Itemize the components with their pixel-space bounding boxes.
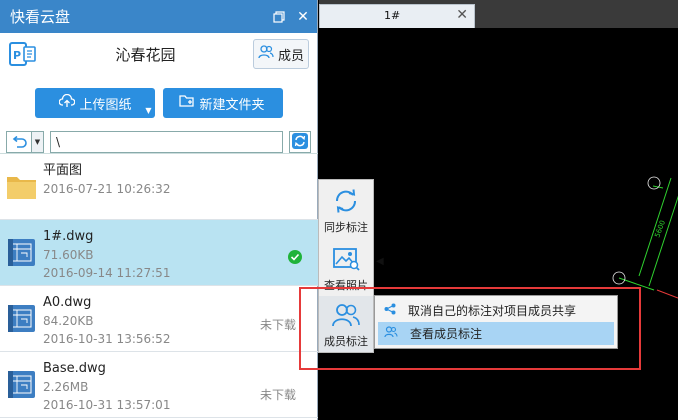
new-folder-button[interactable]: 新建文件夹 (162, 88, 283, 118)
project-name: 沁春花园 (115, 45, 176, 64)
action-bar: 上传图纸 ▼ 新建文件夹 (0, 81, 317, 125)
tab-drawing[interactable]: 1# ✕ (319, 4, 475, 28)
members-button[interactable]: 成员 (253, 39, 309, 69)
file-size: 84.20KB (43, 314, 94, 328)
dwg-file-icon (5, 302, 38, 335)
restore-window-icon[interactable] (269, 7, 289, 27)
file-row[interactable]: Base.dwg 2.26MB 2016-10-31 13:57:01 未下载 (0, 352, 318, 418)
collapse-toolbar-icon[interactable]: ◀ (376, 256, 384, 270)
download-status[interactable]: 未下载 (260, 386, 296, 403)
file-date: 2016-10-31 13:56:52 (43, 332, 171, 346)
file-name: Base.dwg (43, 361, 106, 376)
dwg-file-icon (5, 368, 38, 401)
file-name: A0.dwg (43, 295, 92, 310)
download-status[interactable]: 未下载 (260, 316, 296, 333)
file-row-selected[interactable]: 1#.dwg 71.60KB 2016-09-14 11:27:51 (0, 220, 318, 286)
new-folder-icon (178, 94, 195, 112)
dwg-file-icon (5, 236, 38, 269)
drawing-tab-strip: 1# ✕ (319, 0, 678, 28)
file-info: 平面图 2016-07-21 10:26:32 (43, 162, 170, 198)
history-dropdown-icon[interactable]: ▼ (31, 132, 43, 152)
project-logo-icon: P (8, 39, 38, 69)
project-header: P 沁春花园 成员 (0, 33, 317, 75)
refresh-icon (292, 132, 308, 152)
tab-label: 1# (384, 9, 401, 22)
title-bar: 快看云盘 ✕ (0, 0, 317, 33)
file-date: 2016-09-14 11:27:51 (43, 266, 171, 280)
file-row[interactable]: A0.dwg 84.20KB 2016-10-31 13:56:52 未下载 (0, 286, 318, 352)
file-name: 平面图 (43, 163, 83, 178)
file-row-folder[interactable]: 平面图 2016-07-21 10:26:32 (0, 154, 318, 220)
file-list: 平面图 2016-07-21 10:26:32 1#.dwg 71.60KB 2… (0, 153, 318, 420)
sync-icon (332, 188, 360, 217)
downloaded-check-icon (288, 250, 302, 267)
file-info: A0.dwg 84.20KB 2016-10-31 13:56:52 (43, 294, 170, 348)
sync-annotation-label: 同步标注 (324, 221, 368, 234)
file-name: 1#.dwg (43, 229, 94, 244)
upload-drawing-button[interactable]: 上传图纸 ▼ (34, 88, 155, 118)
folder-icon (5, 170, 38, 203)
sync-annotation-button[interactable]: 同步标注 (319, 182, 373, 238)
file-size: 2.26MB (43, 380, 89, 394)
new-folder-label: 新建文件夹 (199, 97, 265, 113)
members-icon (258, 45, 274, 63)
upload-dropdown-icon[interactable]: ▼ (145, 106, 151, 115)
cloud-upload-icon (58, 93, 75, 112)
file-info: 1#.dwg 71.60KB 2016-09-14 11:27:51 (43, 228, 170, 282)
members-button-label: 成员 (277, 48, 304, 64)
close-window-icon[interactable]: ✕ (293, 7, 313, 27)
tab-close-icon[interactable]: ✕ (456, 7, 468, 23)
file-size: 71.60KB (43, 248, 94, 262)
axis-marker (647, 176, 661, 190)
path-input[interactable] (50, 131, 283, 153)
upload-drawing-label: 上传图纸 (79, 97, 132, 113)
refresh-button[interactable] (289, 131, 311, 153)
file-info: Base.dwg 2.26MB 2016-10-31 13:57:01 (43, 360, 170, 414)
svg-text:P: P (13, 49, 21, 62)
back-icon[interactable] (7, 136, 31, 148)
back-button[interactable]: ▼ (6, 131, 44, 153)
app-title: 快看云盘 (10, 8, 71, 26)
file-date: 2016-10-31 13:57:01 (43, 398, 171, 412)
file-date: 2016-07-21 10:26:32 (43, 182, 171, 196)
callout-highlight-box (299, 287, 641, 370)
photo-icon (332, 246, 360, 275)
